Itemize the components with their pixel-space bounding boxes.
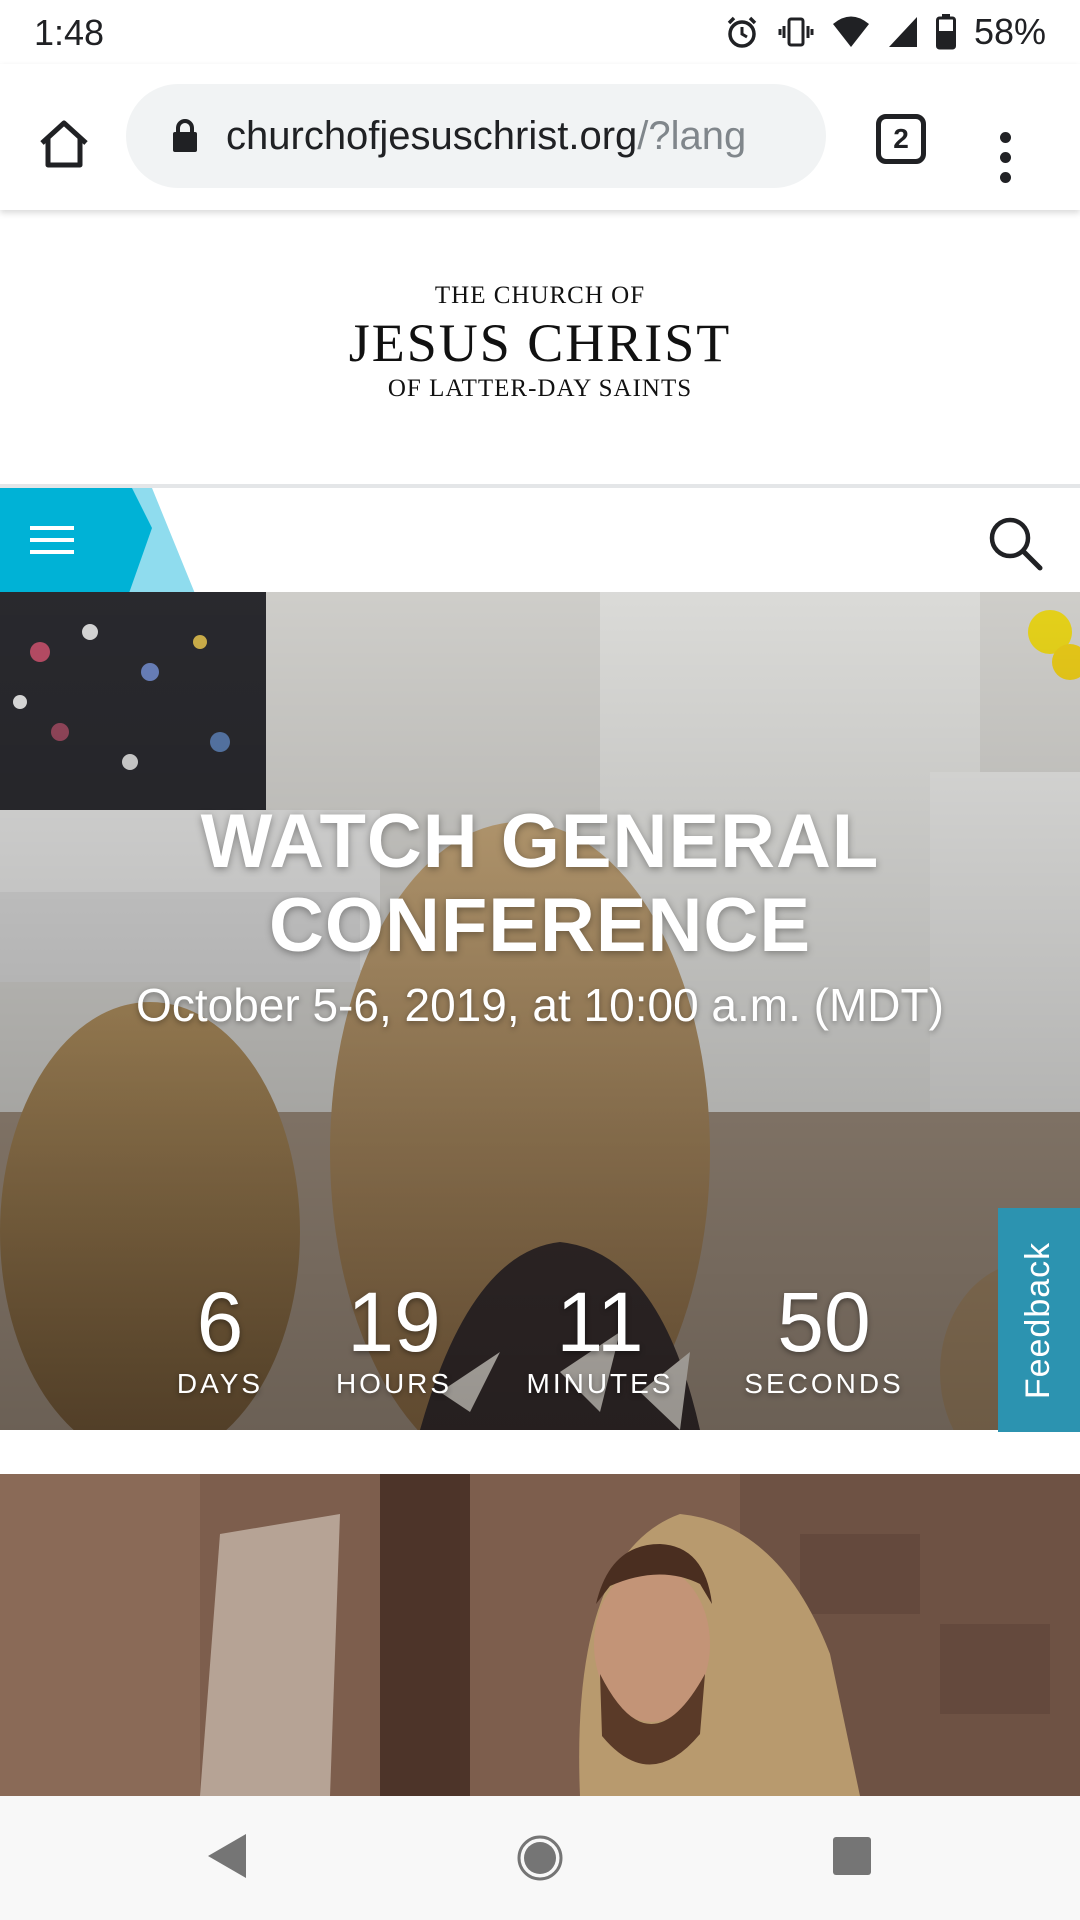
battery-icon [935, 14, 956, 50]
vibrate-icon [778, 17, 814, 47]
countdown-timer: 6 DAYS 19 HOURS 11 MINUTES 50 SECONDS [0, 1280, 1080, 1400]
search-button[interactable] [986, 514, 1044, 572]
countdown-minutes: 11 MINUTES [500, 1280, 700, 1400]
countdown-days: 6 DAYS [120, 1280, 320, 1400]
wifi-icon [832, 16, 869, 47]
menu-dot-icon [999, 131, 1011, 143]
browser-menu-button[interactable] [990, 114, 1020, 200]
browser-toolbar: churchofjesuschrist.org/?lang 2 [0, 64, 1080, 210]
promo-image-illustration [0, 1474, 1080, 1796]
back-button[interactable] [206, 1832, 250, 1885]
menu-background-shape [0, 488, 196, 596]
countdown-days-label: DAYS [176, 1368, 264, 1399]
home-button[interactable] [28, 108, 100, 180]
status-icons: 58% [724, 10, 1046, 54]
hero-title-line-1: WATCH GENERAL [200, 799, 880, 884]
address-bar[interactable]: churchofjesuschrist.org/?lang [126, 84, 826, 188]
home-icon [40, 120, 88, 168]
menu-dot-icon [999, 171, 1011, 183]
alarm-icon [727, 16, 757, 48]
feedback-tab[interactable]: Feedback [998, 1208, 1080, 1432]
hero-banner[interactable]: WATCH GENERAL CONFERENCE October 5-6, 20… [0, 592, 1080, 1430]
countdown-seconds: 50 SECONDS [724, 1280, 924, 1400]
tab-switcher-button[interactable]: 2 [876, 114, 926, 164]
church-logo[interactable]: THE CHURCH OF JESUS CHRIST OF LATTER-DAY… [0, 212, 1080, 480]
menu-dot-icon [999, 151, 1011, 163]
countdown-hours-value: 19 [347, 1275, 441, 1369]
status-bar: 1:48 58% [0, 0, 1080, 64]
promo-image-jesus-christ[interactable] [0, 1474, 1080, 1796]
url-path: /?lang [637, 113, 747, 158]
logo-line-2: JESUS CHRIST [348, 313, 732, 373]
back-icon [208, 1834, 246, 1878]
home-circle-icon [517, 1835, 563, 1881]
menu-button[interactable] [0, 488, 196, 596]
battery-percent: 58% [973, 11, 1046, 52]
cell-signal-icon [888, 17, 917, 47]
search-icon [989, 517, 1043, 571]
logo-line-3: OF LATTER-DAY SAINTS [387, 375, 693, 402]
hero-title: WATCH GENERAL CONFERENCE [0, 800, 1080, 968]
countdown-hours: 19 HOURS [294, 1280, 494, 1400]
lock-icon [172, 119, 198, 153]
countdown-hours-label: HOURS [335, 1368, 453, 1399]
site-nav-bar [0, 484, 1080, 596]
recents-button[interactable] [832, 1836, 872, 1881]
home-nav-button[interactable] [516, 1834, 564, 1887]
url-domain: churchofjesuschrist.org [226, 113, 638, 158]
logo-line-1: THE CHURCH OF [434, 282, 646, 309]
countdown-seconds-label: SECONDS [744, 1368, 904, 1399]
countdown-days-value: 6 [196, 1275, 244, 1369]
countdown-minutes-label: MINUTES [526, 1368, 674, 1399]
countdown-seconds-value: 50 [777, 1275, 871, 1369]
hero-title-line-2: CONFERENCE [268, 883, 812, 968]
url-text: churchofjesuschrist.org/?lang [226, 114, 746, 159]
status-time: 1:48 [34, 12, 105, 53]
countdown-minutes-value: 11 [556, 1275, 644, 1369]
recents-icon [833, 1837, 871, 1875]
android-nav-bar [0, 1796, 1080, 1920]
feedback-label: Feedback [1019, 1241, 1058, 1399]
hero-subtitle: October 5-6, 2019, at 10:00 a.m. (MDT) [136, 979, 944, 1031]
